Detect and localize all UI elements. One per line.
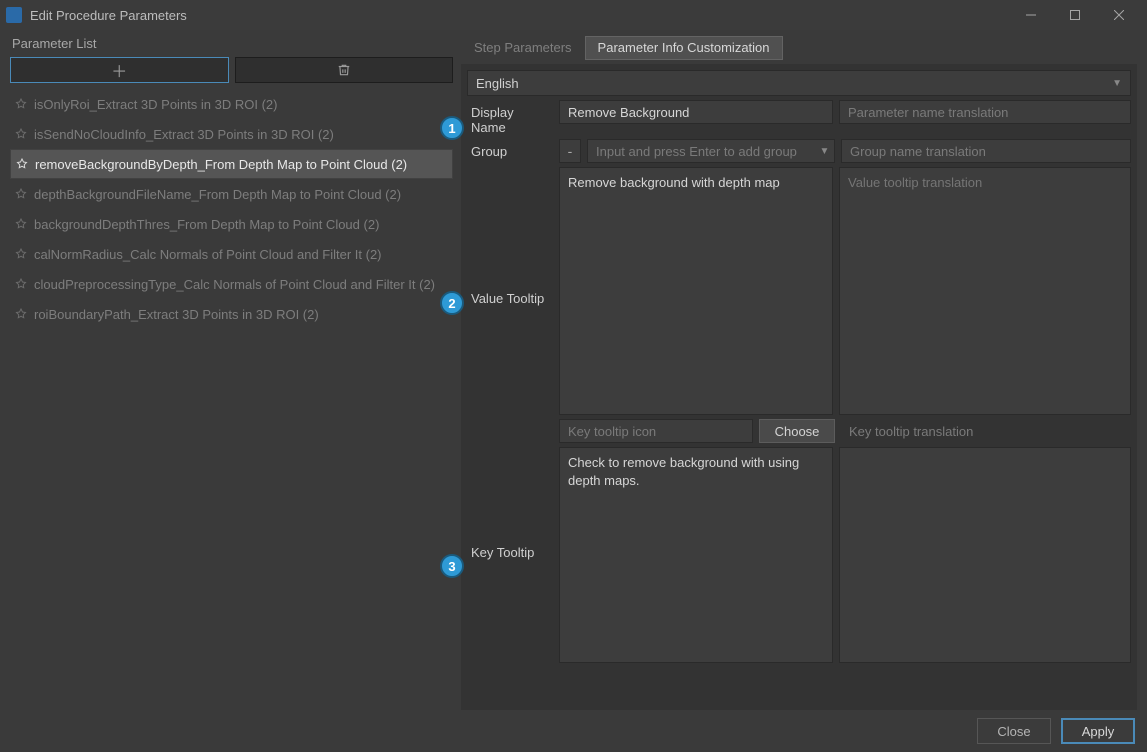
parameter-item-label: depthBackgroundFileName_From Depth Map t… — [34, 187, 401, 202]
chevron-down-icon: ▼ — [1112, 78, 1122, 89]
group-input[interactable] — [587, 139, 816, 163]
display-name-row: Display Name — [467, 100, 1131, 135]
close-window-button[interactable] — [1097, 1, 1141, 29]
app-icon — [6, 7, 22, 23]
workspace: Parameter List ＋ isOnlyRoi_Extract 3D Po… — [0, 30, 1147, 710]
parameter-item[interactable]: depthBackgroundFileName_From Depth Map t… — [10, 179, 453, 209]
key-tooltip-row: Key Tooltip — [467, 447, 1131, 663]
annotation-badge-2: 2 — [440, 291, 464, 315]
add-parameter-button[interactable]: ＋ — [10, 57, 229, 83]
pin-icon — [14, 307, 28, 321]
pin-icon — [14, 97, 28, 111]
pin-icon — [15, 157, 29, 171]
parameter-item-label: calNormRadius_Calc Normals of Point Clou… — [34, 247, 382, 262]
parameter-item[interactable]: isOnlyRoi_Extract 3D Points in 3D ROI (2… — [10, 89, 453, 119]
pin-icon — [14, 127, 28, 141]
group-row: Group - ▼ — [467, 139, 1131, 163]
pin-icon — [14, 277, 28, 291]
parameter-item[interactable]: backgroundDepthThres_From Depth Map to P… — [10, 209, 453, 239]
parameter-item[interactable]: calNormRadius_Calc Normals of Point Clou… — [10, 239, 453, 269]
key-tooltip-icon-row: Choose — [467, 419, 1131, 443]
parameter-list-panel: Parameter List ＋ isOnlyRoi_Extract 3D Po… — [10, 36, 453, 710]
maximize-button[interactable] — [1053, 1, 1097, 29]
parameter-item-label: roiBoundaryPath_Extract 3D Points in 3D … — [34, 307, 319, 322]
value-tooltip-translation-textarea[interactable] — [839, 167, 1131, 415]
parameter-item-label: cloudPreprocessingType_Calc Normals of P… — [34, 277, 435, 292]
parameter-item[interactable]: roiBoundaryPath_Extract 3D Points in 3D … — [10, 299, 453, 329]
pin-icon — [14, 217, 28, 231]
trash-icon — [337, 63, 351, 77]
tab-parameter-info-customization[interactable]: Parameter Info Customization — [585, 36, 783, 60]
group-dropdown-button[interactable]: ▼ — [815, 139, 835, 163]
plus-icon: ＋ — [111, 58, 127, 82]
apply-button[interactable]: Apply — [1061, 718, 1135, 744]
parameter-list[interactable]: isOnlyRoi_Extract 3D Points in 3D ROI (2… — [10, 89, 453, 710]
parameter-item[interactable]: cloudPreprocessingType_Calc Normals of P… — [10, 269, 453, 299]
parameter-list-header: Parameter List — [10, 36, 453, 51]
group-label: Group — [467, 139, 553, 159]
parameter-list-toolbar: ＋ — [10, 57, 453, 83]
chevron-down-icon: ▼ — [820, 146, 830, 157]
language-select[interactable]: English ▼ — [467, 70, 1131, 96]
parameter-item-label: isSendNoCloudInfo_Extract 3D Points in 3… — [34, 127, 334, 142]
parameter-item-label: backgroundDepthThres_From Depth Map to P… — [34, 217, 379, 232]
display-name-translation-input[interactable] — [839, 100, 1131, 124]
pin-icon — [14, 247, 28, 261]
display-name-label: Display Name — [467, 100, 553, 135]
value-tooltip-textarea[interactable] — [559, 167, 833, 415]
delete-parameter-button[interactable] — [235, 57, 454, 83]
titlebar: Edit Procedure Parameters — [0, 0, 1147, 30]
key-tooltip-icon-input[interactable] — [559, 419, 753, 443]
tab-row: Step Parameters Parameter Info Customiza… — [461, 36, 1137, 60]
value-tooltip-row: Value Tooltip — [467, 167, 1131, 415]
key-tooltip-translation-textarea[interactable] — [839, 447, 1131, 663]
language-value: English — [476, 76, 519, 91]
key-tooltip-icon-label-spacer — [467, 419, 553, 424]
annotation-badge-1: 1 — [440, 116, 464, 140]
window-title: Edit Procedure Parameters — [30, 8, 1009, 23]
details-panel: Step Parameters Parameter Info Customiza… — [461, 36, 1137, 710]
key-tooltip-translation-label — [841, 419, 1131, 443]
value-tooltip-label: Value Tooltip — [467, 167, 553, 306]
parameter-item-label: removeBackgroundByDepth_From Depth Map t… — [35, 157, 407, 172]
window-controls — [1009, 1, 1141, 29]
group-translation-input[interactable] — [841, 139, 1131, 163]
minimize-button[interactable] — [1009, 1, 1053, 29]
key-tooltip-textarea[interactable] — [559, 447, 833, 663]
parameter-item-label: isOnlyRoi_Extract 3D Points in 3D ROI (2… — [34, 97, 277, 112]
parameter-item[interactable]: isSendNoCloudInfo_Extract 3D Points in 3… — [10, 119, 453, 149]
annotation-badge-3: 3 — [440, 554, 464, 578]
form-area: English ▼ Display Name Group - ▼ — [461, 64, 1137, 710]
pin-icon — [14, 187, 28, 201]
close-button[interactable]: Close — [977, 718, 1051, 744]
parameter-item[interactable]: removeBackgroundByDepth_From Depth Map t… — [10, 149, 453, 179]
dialog-footer: Close Apply — [0, 710, 1147, 752]
tab-step-parameters[interactable]: Step Parameters — [461, 36, 585, 60]
key-tooltip-label: Key Tooltip — [467, 447, 553, 560]
group-remove-button[interactable]: - — [559, 139, 581, 163]
display-name-input[interactable] — [559, 100, 833, 124]
choose-button[interactable]: Choose — [759, 419, 835, 443]
